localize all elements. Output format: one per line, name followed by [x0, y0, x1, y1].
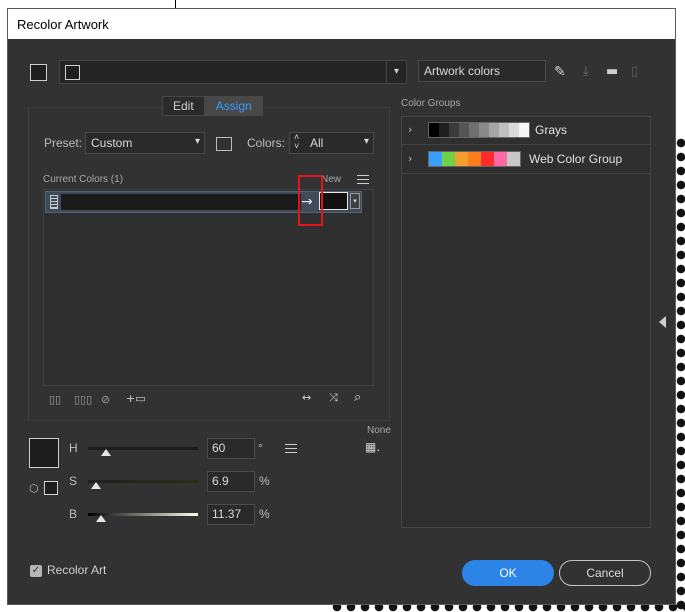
chevron-down-icon[interactable]: ▾	[386, 61, 406, 83]
active-color-swatch	[65, 65, 80, 80]
color-group-swatch[interactable]	[468, 152, 481, 166]
randomly-change-order-icon[interactable]: ↔	[302, 392, 311, 403]
color-group-row[interactable]: › Grays	[402, 117, 650, 145]
folder-icon[interactable]: ▬	[606, 65, 618, 78]
color-group-swatch[interactable]	[489, 123, 499, 137]
save-changes-icon[interactable]: ⤓	[583, 65, 589, 78]
dialog-title: Recolor Artwork	[8, 9, 675, 39]
new-colors-header: New	[321, 174, 342, 185]
separate-colors-icon[interactable]: ▯▯▯	[74, 394, 92, 405]
color-group-swatch[interactable]	[499, 123, 509, 137]
merge-colors-icon[interactable]: ▯▯	[49, 394, 61, 405]
current-colors-header: Current Colors (1)	[43, 174, 124, 185]
current-color-bar[interactable]	[61, 194, 301, 210]
none-label: None	[367, 425, 391, 436]
assign-menu-icon[interactable]	[357, 175, 369, 184]
color-group-swatch[interactable]	[449, 123, 459, 137]
new-row-icon[interactable]: +▭	[126, 393, 146, 404]
recolor-artwork-dialog: Recolor Artwork ▾ Artwork colors ✎ ⤓ ▬ ▯…	[7, 8, 676, 605]
color-group-name: Web Color Group	[529, 152, 623, 166]
hue-label: H	[69, 441, 78, 455]
colors-count-value: All	[310, 136, 324, 150]
color-assignment-list	[43, 189, 374, 386]
color-group-swatch[interactable]	[519, 123, 529, 137]
color-group-swatch[interactable]	[429, 123, 439, 137]
brightness-slider-thumb[interactable]	[96, 515, 106, 522]
color-group-swatches	[428, 151, 521, 167]
color-group-swatch[interactable]	[459, 123, 469, 137]
highlight-box	[298, 175, 323, 226]
brightness-unit: %	[259, 507, 270, 521]
color-group-name: Grays	[535, 123, 568, 137]
none-swatch[interactable]	[44, 481, 58, 495]
chevron-right-icon[interactable]: ›	[408, 152, 412, 165]
preset-value: Custom	[91, 136, 133, 150]
color-group-swatch[interactable]	[442, 152, 455, 166]
stepper-icon[interactable]: ˄ ˅	[294, 133, 299, 151]
artwork-colors-name-input[interactable]: Artwork colors	[418, 60, 546, 82]
color-group-swatch[interactable]	[469, 123, 479, 137]
brightness-label: B	[69, 507, 78, 521]
saturation-input[interactable]: 6.9	[207, 471, 255, 492]
ok-button[interactable]: OK	[462, 560, 554, 586]
saturation-slider[interactable]	[88, 480, 198, 483]
color-group-swatch[interactable]	[439, 123, 449, 137]
chevron-down-icon: ▾	[194, 136, 200, 147]
cube-icon: ⬡	[29, 482, 39, 495]
colors-label: Colors:	[247, 136, 286, 150]
color-group-swatch[interactable]	[507, 152, 520, 166]
active-colors-bar[interactable]: ▾	[59, 60, 407, 84]
cancel-button[interactable]: Cancel	[559, 560, 651, 586]
color-group-swatch[interactable]	[481, 152, 494, 166]
color-group-swatch[interactable]	[429, 152, 442, 166]
recolor-art-checkbox[interactable]: ✓	[30, 565, 42, 577]
exclude-colors-icon[interactable]: ⊘	[101, 394, 110, 405]
color-groups-header: Color Groups	[401, 98, 461, 109]
color-mode-icon[interactable]: ▦.	[365, 441, 380, 453]
brightness-input[interactable]: 11.37	[207, 504, 255, 525]
selected-color-swatch[interactable]	[29, 438, 59, 468]
hue-input[interactable]: 60	[207, 438, 255, 459]
drag-handle-icon[interactable]	[50, 195, 58, 209]
trash-icon[interactable]: ▯	[631, 65, 638, 78]
saturation-label: S	[69, 474, 78, 488]
recolor-art-label[interactable]: Recolor Art	[47, 563, 106, 577]
color-group-swatch[interactable]	[509, 123, 519, 137]
color-group-row[interactable]: › Web Color Group	[402, 146, 650, 174]
eyedropper-icon[interactable]: ✎	[554, 65, 566, 79]
color-group-swatch[interactable]	[479, 123, 489, 137]
original-color-swatch[interactable]	[30, 64, 47, 81]
tab-edit[interactable]: Edit	[162, 96, 205, 116]
chevron-down-icon: ▾	[363, 136, 369, 147]
collapse-panel-icon[interactable]	[659, 316, 666, 328]
hue-slider-thumb[interactable]	[101, 449, 111, 456]
preset-label: Preset:	[44, 136, 83, 150]
tab-assign[interactable]: Assign	[204, 96, 263, 116]
chevron-down-icon[interactable]: ▾	[350, 193, 360, 209]
color-options-menu-icon[interactable]	[285, 444, 297, 453]
color-groups-panel: › Grays › Web Color Group	[401, 116, 651, 528]
color-reduction-options-icon[interactable]	[216, 137, 232, 151]
find-colors-icon[interactable]: ⌕	[354, 391, 361, 404]
saturation-unit: %	[259, 474, 270, 488]
colors-count-select[interactable]: ˄ ˅ All ▾	[289, 132, 374, 154]
preset-select[interactable]: Custom ▾	[85, 132, 205, 154]
chevron-right-icon[interactable]: ›	[408, 123, 412, 136]
color-group-swatches	[428, 122, 530, 138]
color-group-swatch[interactable]	[494, 152, 507, 166]
saturation-slider-thumb[interactable]	[91, 482, 101, 489]
randomly-change-saturation-icon[interactable]: ⤨	[329, 392, 338, 403]
new-color-swatch[interactable]	[319, 192, 348, 210]
color-group-swatch[interactable]	[455, 152, 468, 166]
mode-tabs: Edit Assign	[162, 96, 263, 116]
hue-unit: °	[258, 441, 263, 455]
